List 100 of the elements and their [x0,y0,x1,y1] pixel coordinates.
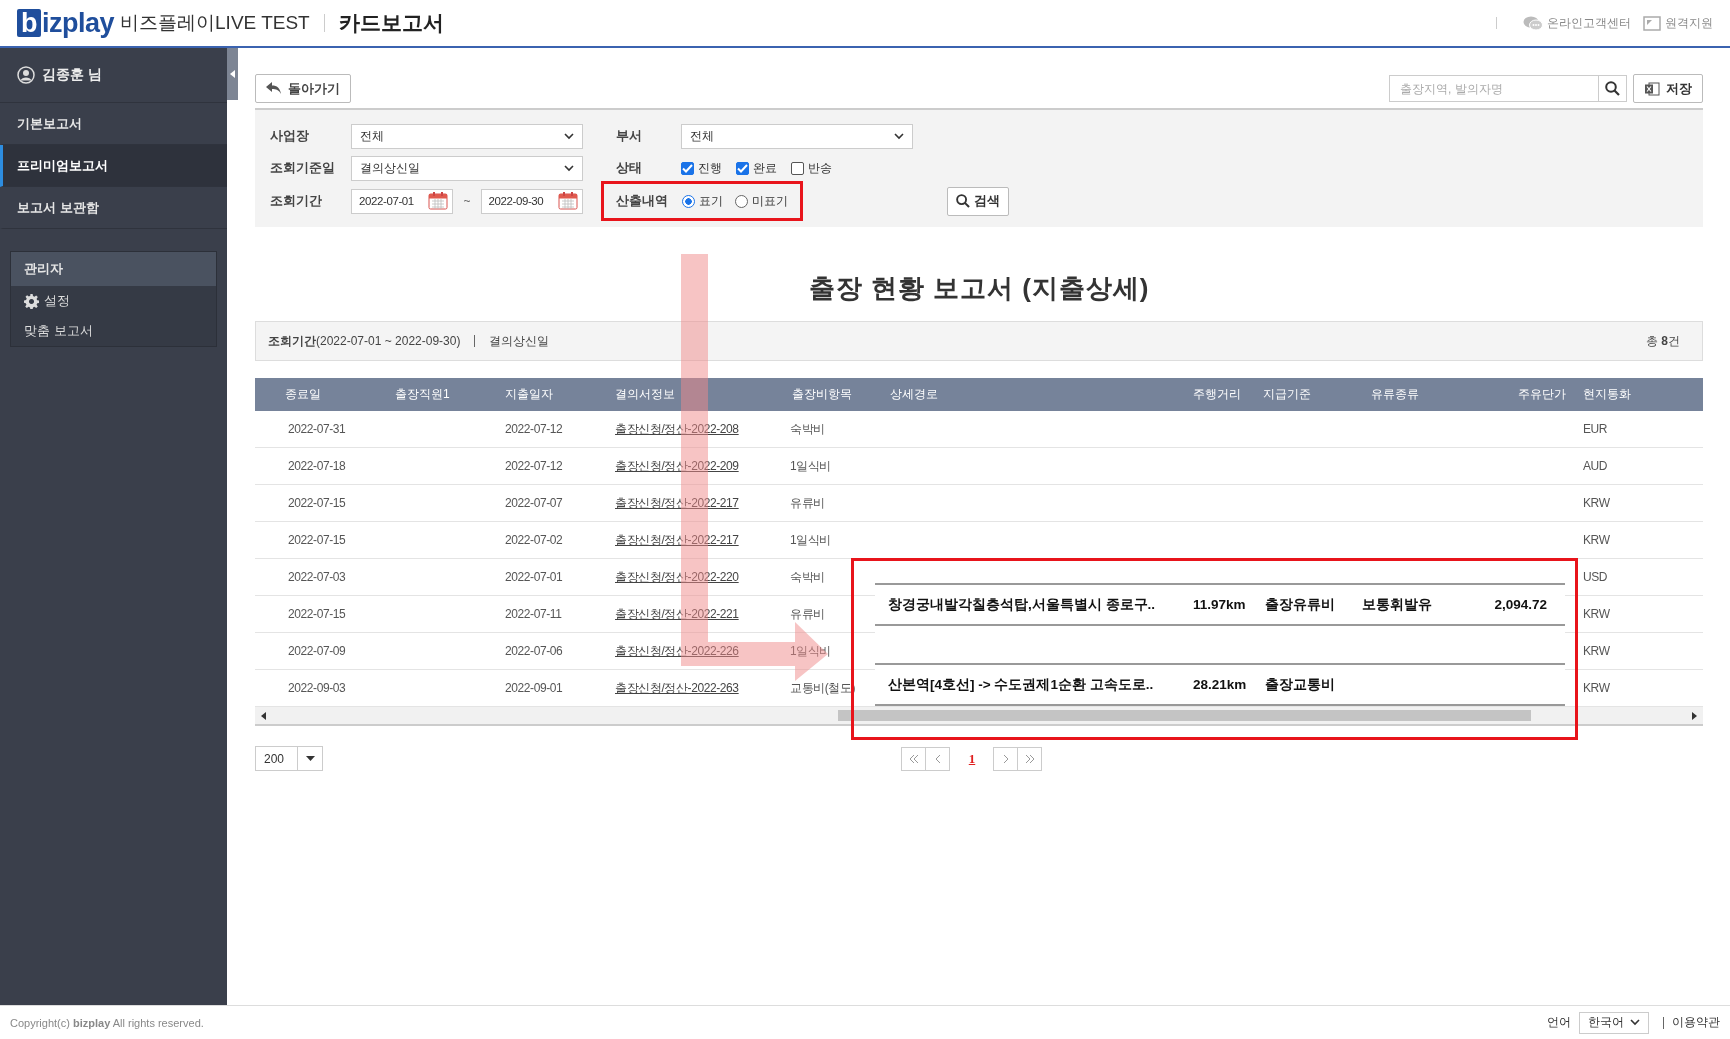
filter-label: 조회기준일 [270,159,336,177]
double-chevron-right-icon [1024,754,1035,763]
checkbox[interactable] [736,161,749,175]
table-cell-text: 2022-07-15 [287,496,347,510]
table-cell-text: 2022-07-31 [287,422,347,436]
column-header: 유류종류 [1370,386,1420,403]
table-cell-text: EUR [1582,422,1609,436]
checkbox-label: 반송 [808,159,832,177]
user-name: 김종훈 님 [42,66,102,84]
settings-icon [24,293,39,309]
document-link[interactable]: 출장신청/정산-2022-217 [615,532,739,547]
base-date-select[interactable]: 결의상신일 [351,155,583,181]
scroll-left-icon[interactable] [261,711,267,720]
table-cell-text: KRW [1582,496,1611,510]
search-button[interactable]: 검색 [947,186,1009,216]
period-summary: 조회기간(2022-07-01 ~ 2022-09-30) [268,332,461,350]
total-count: 총 8건 [1645,332,1680,350]
filter-label: 산출내역 [616,192,668,210]
scrollbar-thumb[interactable] [838,710,1531,721]
date-field[interactable]: 2022-09-30 [480,188,583,214]
basis-text: 결의상신일 [489,332,550,350]
table-cell-text: 1일식비 [789,531,833,549]
table-cell-text: 2022-07-18 [287,459,347,473]
page-size-select[interactable]: 200 [255,746,323,771]
header-link[interactable]: 온라인고객센터 [1523,14,1631,32]
checkbox-label: 진행 [698,159,722,177]
sidebar-item[interactable]: 보고서 보관함 [0,187,227,229]
monitor-icon [1643,15,1661,31]
back-arrow-icon [266,82,282,95]
excel-icon [1644,81,1660,96]
user-icon [17,66,35,84]
double-chevron-left-icon [908,754,919,763]
table-cell-text: 숙박비 [789,568,826,586]
search-icon [1605,81,1620,96]
column-header: 주행거리 [1192,386,1242,403]
chevron-down-icon [564,132,574,140]
table-cell-text: 2022-07-11 [504,607,563,621]
distance-text: 11.97km [1193,597,1247,612]
chevron-right-icon [1002,754,1009,763]
date-field[interactable]: 2022-07-01 [351,188,454,214]
language-label: 언어 [1547,1014,1571,1031]
sidebar-item[interactable]: 프리미엄보고서 [0,145,227,187]
table-cell-text: KRW [1582,644,1611,658]
first-page-button[interactable] [901,746,926,771]
column-header: 지급기준 [1262,386,1312,403]
site-select[interactable]: 전체 [351,123,583,149]
page-number[interactable]: 1 [950,750,994,767]
table-cell-text: 2022-07-15 [287,533,347,547]
report-title: 출장 현황 보고서 (지출상세) [807,272,1151,305]
service-name: 비즈플레이LIVE TEST [120,11,310,35]
chevron-down-icon [564,164,574,172]
filter-label: 사업장 [270,127,310,145]
last-page-button[interactable] [1017,746,1042,771]
table-cell-text: 2022-07-02 [504,533,564,547]
department-select[interactable]: 전체 [681,123,913,149]
table-cell-text: AUD [1582,459,1609,473]
admin-menu-item[interactable]: 맞춤 보고서 [11,316,216,346]
admin-title: 관리자 [11,252,216,286]
back-button[interactable]: 돌아가기 [255,74,351,103]
radio-button[interactable] [682,194,695,208]
copyright-text: Copyright(c) bizplay All rights reserved. [10,1016,204,1029]
route-text: 산본역[4호선] -> 수도권제1순환 고속도로.. [888,675,1155,694]
chat-icon [1523,15,1543,31]
checkbox[interactable] [791,161,804,175]
checkbox[interactable] [681,161,694,175]
chevron-left-icon [934,754,941,763]
table-cell-text: KRW [1582,607,1611,621]
table-cell-text: 2022-07-15 [287,607,347,621]
document-link[interactable]: 출장신청/정산-2022-220 [615,569,739,584]
radio-label: 표기 [699,192,723,210]
admin-menu-item[interactable]: 설정 [11,286,216,316]
chevron-down-icon [894,132,904,140]
table-cell-text: 2022-07-12 [504,459,564,473]
table-cell-text: KRW [1582,681,1611,695]
table-cell-text: 2022-07-01 [504,570,564,584]
document-link[interactable]: 출장신청/정산-2022-208 [615,421,739,436]
header-link[interactable]: 원격지원 [1643,14,1713,32]
radio-button[interactable] [735,194,748,208]
document-link[interactable]: 출장신청/정산-2022-217 [615,495,739,510]
search-button[interactable] [1599,75,1627,102]
search-field[interactable]: 출장지역, 발의자명 [1389,75,1599,102]
column-header: 상세경로 [889,386,939,403]
calendar-icon [558,192,578,210]
table-cell-text: 2022-07-07 [504,496,564,510]
collapse-handle[interactable] [227,48,238,100]
terms-link[interactable]: 이용약관 [1672,1014,1720,1031]
page-title: 카드보고서 [338,10,444,36]
document-link[interactable]: 출장신청/정산-2022-221 [615,606,739,621]
date-separator: ~ [463,194,471,208]
language-select[interactable]: 한국어 [1579,1011,1649,1034]
save-button[interactable]: 저장 [1633,74,1703,103]
basis-text: 출장교통비 [1265,675,1336,694]
table-cell-text: 1일식비 [789,457,833,475]
calendar-icon [428,192,449,210]
document-link[interactable]: 출장신청/정산-2022-209 [615,458,739,473]
search-icon [956,194,970,208]
scroll-right-icon[interactable] [1691,711,1697,720]
table-cell-text: 2022-09-01 [504,681,564,695]
column-header: 종료일 [284,386,322,403]
document-link[interactable]: 출장신청/정산-2022-263 [615,680,739,695]
